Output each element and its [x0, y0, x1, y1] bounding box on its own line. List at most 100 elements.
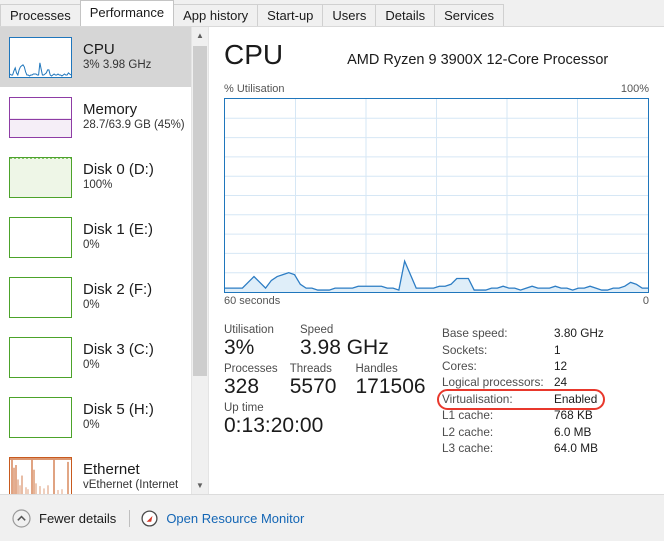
- sidebar-item-text: Disk 1 (E:) 0%: [83, 222, 153, 253]
- detail-key: Base speed:: [442, 326, 508, 341]
- fewer-details-label: Fewer details: [39, 510, 117, 526]
- sidebar-thumbnail-cpu: [9, 36, 72, 78]
- footer-separator: [129, 509, 131, 527]
- graph-y-axis-max: 100%: [620, 83, 649, 95]
- sidebar-thumbnail-disk-2-f-: [9, 276, 72, 318]
- sidebar-item-disk-3-c-[interactable]: Disk 3 (C:) 0%: [0, 327, 191, 387]
- sidebar-item-label: Disk 2 (F:): [83, 281, 153, 298]
- detail-value: 6.0 MB: [554, 424, 592, 439]
- graph-time-start: 60 seconds: [224, 295, 281, 307]
- stat-label: Up time: [224, 401, 264, 414]
- detail-value: 3.80 GHz: [554, 326, 604, 341]
- sidebar-item-sublabel: 0%: [83, 239, 100, 252]
- stat-row: Processes 328 Threads 5570 Handles 171506: [224, 363, 442, 400]
- scroll-up-icon[interactable]: ▲: [192, 27, 208, 44]
- sidebar-item-label: Disk 1 (E:): [83, 221, 154, 238]
- tab-app-history[interactable]: App history: [173, 4, 259, 26]
- detail-row-l2-cache: L2 cache: 6.0 MB: [442, 423, 662, 439]
- cpu-detail-list: Base speed: 3.80 GHz Sockets: 1 Cores: 12 Logi…: [437, 325, 662, 456]
- tab-start-up[interactable]: Start-up: [257, 4, 324, 26]
- tab-services[interactable]: Services: [434, 4, 504, 26]
- stat-value: 5570: [289, 374, 337, 398]
- stat-label: Speed: [300, 324, 334, 336]
- sidebar-item-disk-1-e-[interactable]: Disk 1 (E:) 0%: [0, 207, 191, 267]
- detail-value: 12: [554, 358, 568, 373]
- stat-speed: Speed 3.98 GHz: [300, 324, 440, 361]
- chevron-up-circle-icon: [12, 508, 31, 528]
- stat-row: Utilisation 3% Speed 3.98 GHz: [224, 324, 442, 361]
- scroll-down-icon[interactable]: ▼: [192, 477, 208, 494]
- stat-label: Utilisation: [224, 324, 274, 336]
- stat-label: Handles: [355, 362, 398, 375]
- cpu-summary-stats: Utilisation 3% Speed 3.98 GHz Processes 328 Th…: [224, 324, 442, 440]
- detail-row-sockets: Sockets: 1: [442, 341, 662, 357]
- sidebar-item-text: Disk 2 (F:) 0%: [83, 282, 152, 313]
- detail-row-l1-cache: L1 cache: 768 KB: [442, 407, 662, 423]
- detail-value: 64.0 MB: [554, 440, 598, 455]
- detail-key: Sockets:: [442, 342, 488, 357]
- sidebar-item-label: Memory: [83, 101, 138, 118]
- graph-y-axis-label: % Utilisation: [224, 83, 285, 95]
- sidebar-thumbnail-disk-1-e-: [9, 216, 72, 258]
- sidebar-item-label: CPU: [83, 41, 115, 58]
- scrollbar-thumb[interactable]: [193, 46, 207, 376]
- resource-monitor-icon: [141, 509, 158, 527]
- sidebar-item-sublabel: 28.7/63.9 GB (45%): [83, 119, 185, 132]
- stat-up-time: Up time 0:13:20:00: [224, 402, 424, 439]
- resource-monitor-label: Open Resource Monitor: [166, 510, 305, 526]
- sidebar-item-text: Disk 3 (C:) 0%: [83, 342, 154, 373]
- sidebar-scrollbar[interactable]: ▲ ▼: [192, 27, 209, 494]
- body-area: CPU 3% 3.98 GHz Memory 28.7/63.9 GB (45%) Di…: [0, 27, 664, 494]
- sidebar-item-cpu[interactable]: CPU 3% 3.98 GHz: [0, 27, 191, 87]
- sidebar-thumbnail-disk-3-c-: [9, 336, 72, 378]
- detail-key: Cores:: [442, 358, 477, 373]
- tab-processes[interactable]: Processes: [0, 4, 81, 26]
- open-resource-monitor-link[interactable]: Open Resource Monitor: [141, 509, 305, 527]
- sidebar-item-text: Disk 5 (H:) 0%: [83, 402, 154, 433]
- page-title: CPU: [224, 39, 284, 70]
- sidebar-item-text: Disk 0 (D:) 100%: [83, 162, 154, 193]
- sidebar-item-label: Disk 3 (C:): [83, 341, 154, 358]
- graph-time-end: 0: [642, 295, 649, 307]
- detail-row-logical-processors: Logical processors: 24: [442, 374, 662, 390]
- sidebar-thumbnail-disk-0-d-: [9, 156, 72, 198]
- sidebar-thumbnail-memory: [9, 96, 72, 138]
- cpu-utilisation-graph[interactable]: [224, 98, 649, 293]
- sidebar-item-label: Disk 5 (H:): [83, 401, 154, 418]
- sidebar-item-memory[interactable]: Memory 28.7/63.9 GB (45%): [0, 87, 191, 147]
- sidebar-item-label: Ethernet: [83, 461, 140, 478]
- sidebar-item-disk-2-f-[interactable]: Disk 2 (F:) 0%: [0, 267, 191, 327]
- fewer-details-button[interactable]: Fewer details: [12, 508, 117, 528]
- sidebar-item-disk-0-d-[interactable]: Disk 0 (D:) 100%: [0, 147, 191, 207]
- sidebar-item-text: Ethernet vEthernet (Internet: [83, 462, 178, 493]
- graph-axis-header: % Utilisation 100%: [224, 83, 649, 95]
- detail-key: Virtualisation:: [442, 391, 513, 406]
- sidebar-item-sublabel: vEthernet (Internet: [83, 479, 179, 492]
- detail-row-base-speed: Base speed: 3.80 GHz: [442, 325, 662, 341]
- sidebar-item-ethernet[interactable]: Ethernet vEthernet (Internet: [0, 447, 191, 494]
- sidebar-thumbnail-ethernet: [9, 456, 72, 494]
- sidebar-item-disk-5-h-[interactable]: Disk 5 (H:) 0%: [0, 387, 191, 447]
- stat-threads: Threads 5570: [290, 363, 356, 400]
- sidebar-item-sublabel: 100%: [83, 179, 113, 192]
- tab-details[interactable]: Details: [375, 4, 436, 26]
- detail-row-virtualisation: Virtualisation: Enabled: [442, 391, 662, 407]
- tab-performance[interactable]: Performance: [79, 0, 175, 26]
- stat-label: Processes: [224, 362, 278, 375]
- resource-sidebar[interactable]: CPU 3% 3.98 GHz Memory 28.7/63.9 GB (45%) Di…: [0, 27, 192, 494]
- detail-key: Logical processors:: [442, 375, 544, 390]
- sidebar-item-sublabel: 0%: [83, 359, 100, 372]
- detail-value: 1: [554, 342, 561, 357]
- stat-value: 0:13:20:00: [224, 413, 324, 437]
- sidebar-item-text: CPU 3% 3.98 GHz: [83, 42, 151, 73]
- stat-value: 171506: [355, 374, 426, 398]
- sidebar-item-label: Disk 0 (D:): [83, 161, 154, 178]
- stat-row: Up time 0:13:20:00: [224, 402, 442, 439]
- detail-key: L2 cache:: [442, 424, 494, 439]
- panel-header: CPU AMD Ryzen 9 3900X 12-Core Processor: [224, 39, 654, 79]
- detail-key: L1 cache:: [442, 408, 494, 423]
- performance-panel: CPU AMD Ryzen 9 3900X 12-Core Processor …: [210, 27, 664, 494]
- tab-users[interactable]: Users: [322, 4, 377, 26]
- cpu-model-name: AMD Ryzen 9 3900X 12-Core Processor: [347, 52, 609, 68]
- graph-time-axis: 60 seconds 0: [224, 295, 649, 307]
